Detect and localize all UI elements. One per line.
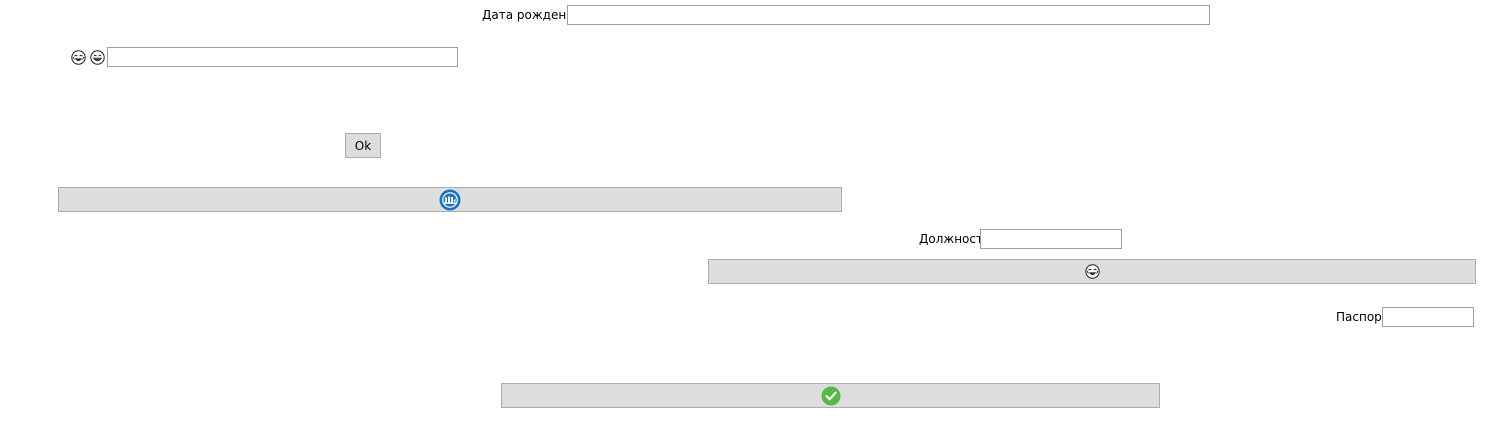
passport-input[interactable] — [1382, 307, 1474, 327]
confirm-button[interactable] — [501, 383, 1160, 408]
laughing-face-icon — [71, 50, 86, 65]
ok-button-label: Ok — [354, 138, 372, 153]
ok-button[interactable]: Ok — [345, 133, 381, 158]
laughing-face-icon — [1084, 264, 1100, 279]
laughing-face-button[interactable] — [708, 259, 1476, 284]
blue-badge-button[interactable] — [58, 187, 842, 212]
grinning-face-icon — [90, 50, 105, 65]
position-input[interactable] — [980, 229, 1122, 249]
passport-label: Паспорт — [1336, 310, 1389, 324]
birth-date-input[interactable] — [567, 5, 1210, 25]
green-checkmark-icon — [821, 386, 841, 406]
blue-badge-icon — [439, 189, 461, 211]
emoji-input[interactable] — [107, 47, 458, 67]
